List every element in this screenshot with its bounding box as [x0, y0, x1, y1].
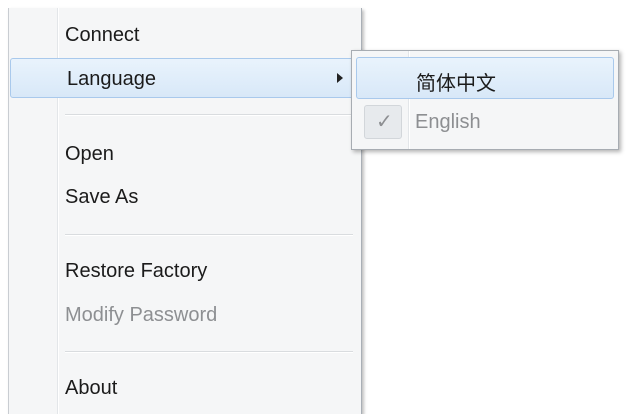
menu-item-label: Modify Password [65, 304, 218, 326]
checkmark-icon: ✓ [376, 111, 393, 133]
menu-item-language[interactable]: Language [10, 58, 358, 98]
menu-separator [65, 351, 353, 353]
submenu-item-simplified-chinese[interactable]: 简体中文 [356, 57, 614, 99]
menu-item-restore-factory[interactable]: Restore Factory [9, 251, 361, 289]
submenu-item-label: English [415, 111, 481, 133]
menu-item-label: Connect [65, 24, 140, 46]
submenu-item-english: ✓ English [356, 102, 614, 142]
menu-item-about[interactable]: About [9, 368, 361, 406]
language-submenu: 简体中文 ✓ English [351, 50, 619, 150]
menu-item-open[interactable]: Open [9, 134, 361, 172]
menu-item-label: Open [65, 143, 114, 165]
submenu-item-label: 简体中文 [416, 73, 496, 95]
checked-indicator: ✓ [364, 105, 402, 139]
menu-separator [65, 234, 353, 236]
menu-item-save-as[interactable]: Save As [9, 177, 361, 215]
context-menu: Connect Language Open Save As Restore Fa… [8, 8, 362, 414]
menu-item-label: Restore Factory [65, 260, 208, 282]
menu-item-label: Save As [65, 186, 139, 208]
menu-item-connect[interactable]: Connect [9, 15, 361, 53]
menu-item-modify-password: Modify Password [9, 295, 361, 333]
menu-separator [65, 114, 353, 116]
submenu-arrow-icon [337, 73, 343, 83]
menu-item-label: Language [67, 68, 156, 90]
menu-item-label: About [65, 377, 118, 399]
